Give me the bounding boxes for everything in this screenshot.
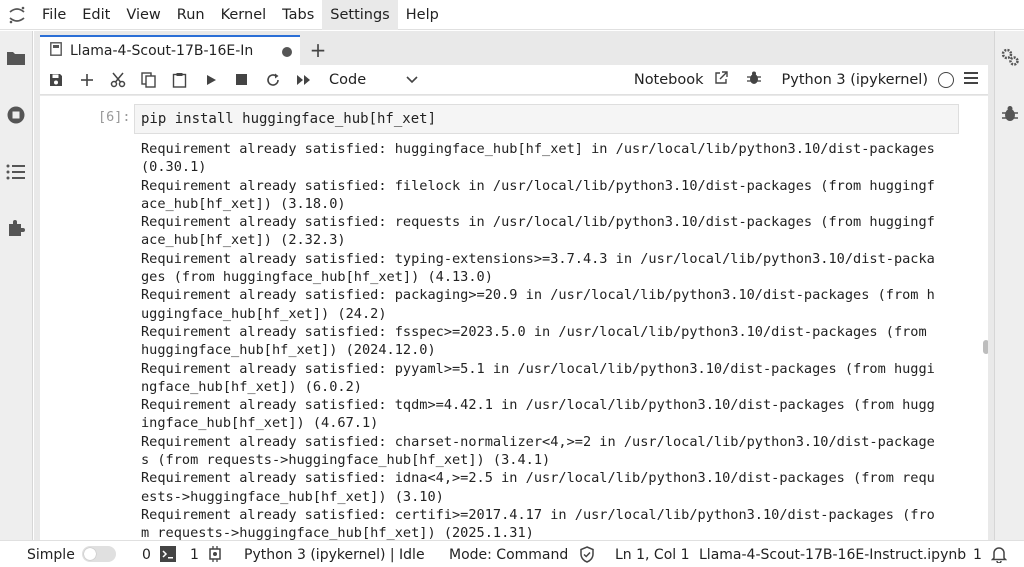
cell-output: Requirement already satisfied: huggingfa…: [141, 140, 971, 540]
notebook-label[interactable]: Notebook: [634, 72, 704, 88]
output-line: (0.30.1): [141, 159, 207, 176]
output-line: Requirement already satisfied: filelock …: [141, 177, 935, 194]
output-line: ace_hub[hf_xet]) (3.18.0): [141, 195, 346, 212]
right-sidebar: [994, 31, 1024, 540]
menu-file[interactable]: File: [34, 0, 74, 30]
running-icon[interactable]: [5, 104, 27, 126]
output-line: uggingface_hub[hf_xet]) (24.2): [141, 305, 387, 322]
output-line: Requirement already satisfied: certifi>=…: [141, 506, 935, 523]
menu-run[interactable]: Run: [169, 0, 213, 30]
code-cell-input[interactable]: pip install huggingface_hub[hf_xet]: [134, 104, 959, 134]
output-line: Requirement already satisfied: tqdm>=4.4…: [141, 397, 935, 414]
menu-tabs[interactable]: Tabs: [274, 0, 322, 30]
menu-bar: File Edit View Run Kernel Tabs Settings …: [0, 0, 1024, 30]
debugger-toggle-icon[interactable]: [746, 70, 762, 90]
cell-prompt: [6]:: [98, 109, 131, 125]
output-line: s (from requests->huggingface_hub[hf_xet…: [141, 452, 551, 469]
copy-icon[interactable]: [133, 66, 164, 94]
mode-indicator: Mode: Command: [449, 547, 569, 563]
output-line: ingface_hub[hf_xet]) (4.67.1): [141, 415, 379, 432]
scrollbar-thumb[interactable]: [983, 340, 988, 354]
output-line: Requirement already satisfied: requests …: [141, 214, 935, 231]
stop-icon[interactable]: [226, 66, 257, 94]
output-line: Requirement already satisfied: fsspec>=2…: [141, 323, 927, 340]
cursor-position[interactable]: Ln 1, Col 1: [615, 547, 690, 563]
run-icon[interactable]: [195, 66, 226, 94]
tab-title: Llama-4-Scout-17B-16E-In: [70, 43, 254, 59]
cell-code: pip install huggingface_hub[hf_xet]: [141, 111, 437, 127]
output-line: ngface_hub[hf_xet]) (6.0.2): [141, 378, 362, 395]
fast-forward-icon[interactable]: [288, 66, 319, 94]
status-bar: Simple 0 1 Python 3 (ipykernel) | Idle M…: [0, 540, 1024, 567]
jupyter-logo-icon: [0, 0, 34, 30]
cell-type-value: Code: [329, 71, 367, 88]
cell-type-select[interactable]: Code: [329, 72, 418, 88]
notification-count[interactable]: 1: [973, 547, 982, 563]
kernel-status-text[interactable]: Python 3 (ipykernel) | Idle: [244, 547, 425, 563]
notebook-toolbar: Code Notebook Python 3 (ipykernel): [40, 65, 988, 95]
restart-icon[interactable]: [257, 66, 288, 94]
output-line: Requirement already satisfied: typing-ex…: [141, 250, 935, 267]
open-external-icon[interactable]: [714, 71, 728, 89]
simple-mode-label: Simple: [27, 547, 75, 563]
simple-mode-toggle[interactable]: [82, 546, 116, 562]
output-line: m requests->huggingface_hub[hf_xet]) (20…: [141, 525, 534, 540]
output-line: Requirement already satisfied: packaging…: [141, 287, 935, 304]
output-line: Requirement already satisfied: huggingfa…: [141, 141, 935, 157]
output-line: ace_hub[hf_xet]) (2.32.3): [141, 232, 346, 249]
kernel-name[interactable]: Python 3 (ipykernel): [782, 72, 928, 88]
terminals-count[interactable]: 0: [142, 547, 151, 563]
extension-icon[interactable]: [5, 217, 27, 239]
paste-icon[interactable]: [164, 66, 195, 94]
output-line: ges (from huggingface_hub[hf_xet]) (4.13…: [141, 269, 493, 286]
menu-settings[interactable]: Settings: [322, 0, 398, 30]
output-line: Requirement already satisfied: pyyaml>=5…: [141, 360, 935, 377]
menu-edit[interactable]: Edit: [74, 0, 118, 30]
save-icon[interactable]: [40, 66, 71, 94]
terminal-icon: [160, 546, 176, 566]
bell-icon[interactable]: [990, 545, 1008, 567]
toc-icon[interactable]: [5, 161, 27, 183]
tab-bar: Llama-4-Scout-17B-16E-In +: [34, 31, 994, 65]
insert-cell-icon[interactable]: [71, 66, 102, 94]
shield-icon[interactable]: [579, 546, 595, 567]
output-line: huggingface_hub[hf_xet]) (2024.12.0): [141, 342, 436, 359]
menu-kernel[interactable]: Kernel: [213, 0, 275, 30]
notebook-panel: [6]: pip install huggingface_hub[hf_xet]…: [40, 96, 988, 540]
hamburger-menu-icon[interactable]: [964, 72, 978, 88]
left-sidebar: [0, 31, 33, 540]
unsaved-dot-icon[interactable]: [282, 47, 292, 57]
notebook-tab[interactable]: Llama-4-Scout-17B-16E-In: [40, 35, 300, 65]
notebook-icon: [50, 42, 62, 60]
property-inspector-icon[interactable]: [999, 46, 1021, 68]
kernels-count[interactable]: 1: [190, 547, 199, 563]
output-line: Requirement already satisfied: idna<4,>=…: [141, 470, 935, 487]
toolbar-right: Notebook Python 3 (ipykernel): [634, 65, 978, 95]
file-name: Llama-4-Scout-17B-16E-Instruct.ipynb: [699, 547, 967, 563]
main-area: Llama-4-Scout-17B-16E-In + Code Notebook…: [34, 31, 994, 540]
output-line: Requirement already satisfied: charset-n…: [141, 433, 935, 450]
menu-view[interactable]: View: [118, 0, 168, 30]
menu-help[interactable]: Help: [398, 0, 447, 30]
cut-icon[interactable]: [102, 66, 133, 94]
folder-icon[interactable]: [5, 47, 27, 69]
kernel-status-icon: [938, 72, 954, 88]
add-tab-button[interactable]: +: [306, 38, 330, 62]
debugger-icon[interactable]: [999, 103, 1021, 125]
chevron-down-icon: [406, 72, 418, 88]
output-line: ests->huggingface_hub[hf_xet]) (3.10): [141, 488, 444, 505]
kernel-chip-icon: [207, 546, 223, 566]
